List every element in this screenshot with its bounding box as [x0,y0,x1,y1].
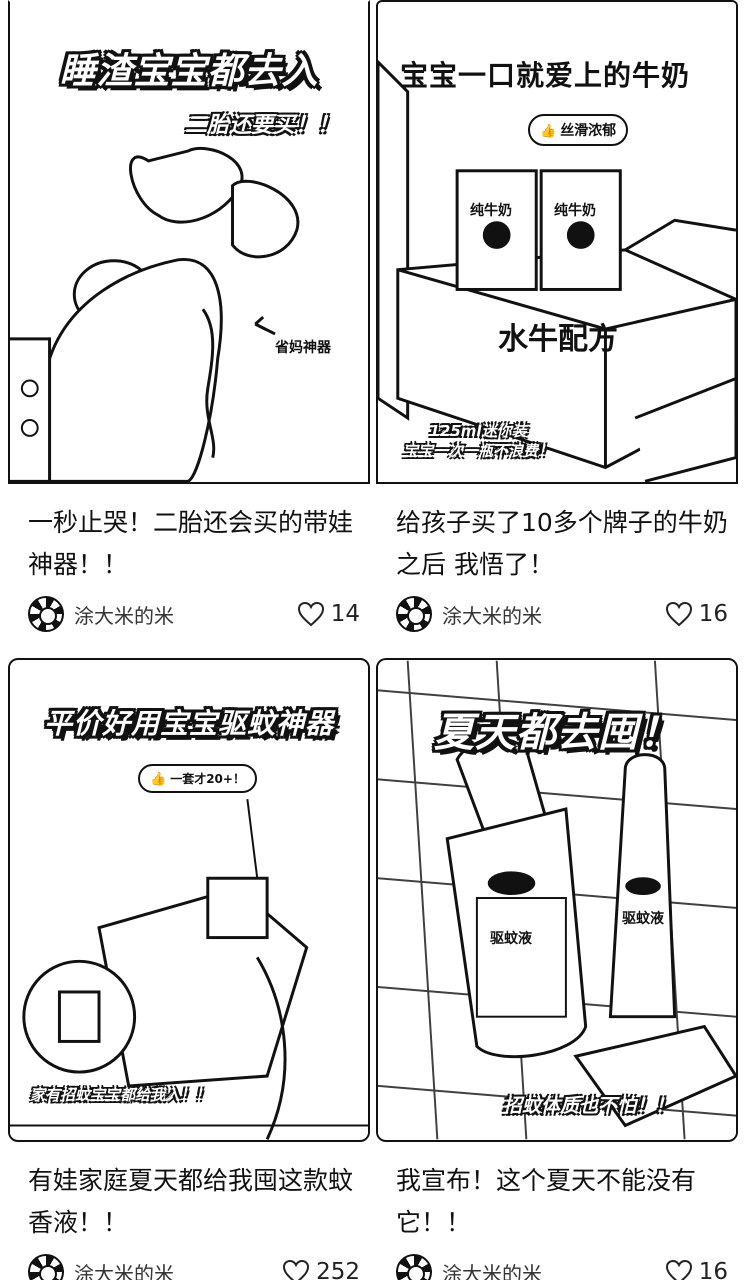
heart-icon [665,601,692,627]
cover-caption: 家有招蚊宝宝都给我入！！ [30,1086,211,1104]
cover-caption: 125ml迷你装 宝宝一次一瓶不浪费！ [402,422,553,460]
note-card[interactable]: 宝宝一口就爱上的牛奶 👍 丝滑浓郁 纯牛奶 纯牛奶 水牛配方 125ml迷你装 宝… [376,0,738,632]
author-avatar[interactable] [28,1254,64,1280]
cover-pill: 👍 丝滑浓郁 [528,114,629,146]
bottle-label: 驱蚊液 [622,911,664,927]
note-card[interactable]: 睡渣宝宝都去入 二胎还要买！！ 省妈神器 一秒止哭！二胎还会买的带娃神器！！ 涂… [8,0,370,632]
cover-banner-title: 夏天都去囤！ [434,710,680,756]
author-name[interactable]: 涂大米的米 [74,1258,282,1280]
like-count: 252 [316,1259,360,1280]
note-cover-image[interactable]: 睡渣宝宝都去入 二胎还要买！！ 省妈神器 [8,0,370,484]
cover-pill: 👍 一套才20+！ [138,764,257,793]
note-meta: 涂大米的米 16 [396,594,728,634]
like-button[interactable]: 252 [282,1259,360,1280]
note-cover-image[interactable]: 宝宝一口就爱上的牛奶 👍 丝滑浓郁 纯牛奶 纯牛奶 水牛配方 125ml迷你装 宝… [376,0,738,484]
heart-icon [665,1259,692,1280]
note-cover-image[interactable]: 夏天都去囤！ 驱蚊液 驱蚊液 招蚊体质也不怕！！ [376,658,738,1142]
author-name[interactable]: 涂大米的米 [74,600,297,629]
author-name[interactable]: 涂大米的米 [442,1258,665,1280]
note-cover-image[interactable]: 平价好用宝宝驱蚊神器 👍 一套才20+！ 家有招蚊宝宝都给我入！！ [8,658,370,1142]
note-meta: 涂大米的米 16 [396,1252,728,1280]
cover-banner-title: 睡渣宝宝都去入 [59,51,319,92]
cover-tag: 省妈神器 [275,340,331,356]
note-card[interactable]: 平价好用宝宝驱蚊神器 👍 一套才20+！ 家有招蚊宝宝都给我入！！ 有娃家庭夏天都… [8,658,370,1280]
box-label: 纯牛奶 [470,203,512,219]
note-card[interactable]: 夏天都去囤！ 驱蚊液 驱蚊液 招蚊体质也不怕！！ 我宣布！这个夏天不能没有它！！… [376,658,738,1280]
like-count: 16 [698,601,728,627]
note-title[interactable]: 有娃家庭夏天都给我囤这款蚊香液！！ [28,1160,360,1244]
cover-banner-title: 宝宝一口就爱上的牛奶 [400,59,691,92]
thumbs-up-icon: 👍 [150,772,167,787]
note-meta: 涂大米的米 252 [28,1252,360,1280]
cover-subtitle: 二胎还要买！！ [185,113,340,138]
author-avatar[interactable] [396,596,432,632]
like-count: 16 [698,1259,728,1280]
like-button[interactable]: 14 [297,601,360,627]
author-avatar[interactable] [396,1254,432,1280]
like-button[interactable]: 16 [665,601,728,627]
cover-caption: 招蚊体质也不怕！！ [503,1095,675,1117]
author-name[interactable]: 涂大米的米 [442,600,665,629]
box-brand: 水牛配方 [498,322,618,357]
cover-banner-title: 平价好用宝宝驱蚊神器 [43,707,334,740]
thumbs-up-icon: 👍 [540,124,557,139]
box-label: 纯牛奶 [554,203,596,219]
like-count: 14 [330,601,360,627]
heart-icon [297,601,324,627]
note-title[interactable]: 一秒止哭！二胎还会买的带娃神器！！ [28,502,360,586]
note-title[interactable]: 我宣布！这个夏天不能没有它！！ [396,1160,728,1244]
heart-icon [283,1259,310,1280]
like-button[interactable]: 16 [665,1259,728,1280]
author-avatar[interactable] [28,596,64,632]
note-meta: 涂大米的米 14 [28,594,360,634]
note-feed: 睡渣宝宝都去入 二胎还要买！！ 省妈神器 一秒止哭！二胎还会买的带娃神器！！ 涂… [0,0,746,1280]
bottle-label: 驱蚊液 [490,931,532,947]
note-title[interactable]: 给孩子买了10多个牌子的牛奶之后 我悟了！ [396,502,728,586]
